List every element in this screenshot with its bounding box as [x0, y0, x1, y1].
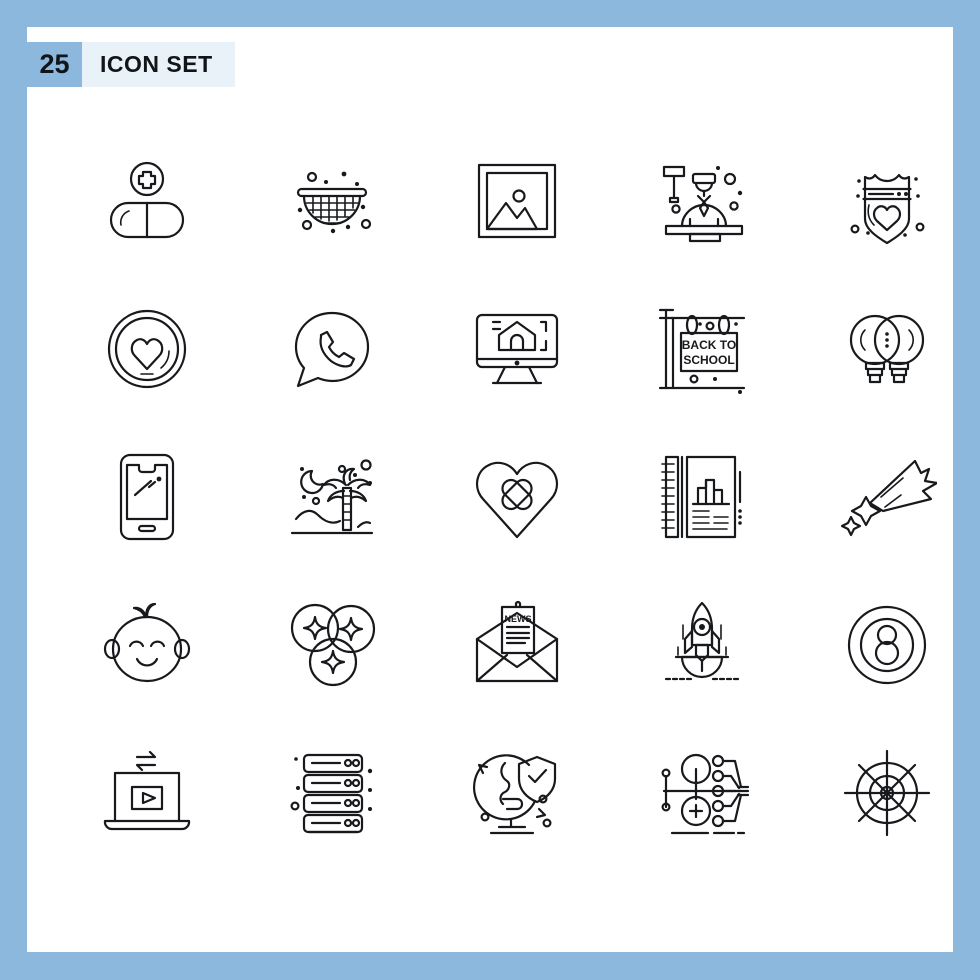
icon-cell-3[interactable]	[424, 127, 609, 275]
sparkle-bubbles-icon	[290, 603, 375, 687]
icon-cell-13[interactable]	[424, 423, 609, 571]
icon-cell-12[interactable]	[239, 423, 424, 571]
laptop-video-transfer-icon	[103, 750, 190, 831]
shooting-star-icon	[841, 459, 938, 537]
monitor-house-icon	[475, 313, 559, 385]
icon-cell-6[interactable]	[54, 275, 239, 423]
icon-cell-19[interactable]	[610, 571, 795, 719]
poster-title-container: ICON SET	[82, 42, 235, 87]
page-title: ICON SET	[100, 51, 213, 77]
icon-cell-11[interactable]	[54, 423, 239, 571]
eight-ball-icon	[848, 605, 927, 685]
icon-count-badge: 25	[27, 42, 82, 87]
icon-cell-2[interactable]	[239, 127, 424, 275]
picture-frame-icon	[477, 163, 557, 239]
sign-text-line2: SCHOOL	[684, 353, 735, 367]
heart-bandage-icon	[475, 461, 559, 539]
icon-cell-1[interactable]	[54, 127, 239, 275]
icon-cell-20[interactable]	[795, 571, 980, 719]
rocket-bowl-icon	[665, 601, 740, 681]
icon-cell-17[interactable]	[239, 571, 424, 719]
icon-cell-22[interactable]	[239, 719, 424, 867]
icon-cell-8[interactable]	[424, 275, 609, 423]
palm-tree-night-icon	[290, 459, 373, 535]
icon-cell-5[interactable]	[795, 127, 980, 275]
sign-text-line1: BACK TO	[682, 338, 736, 352]
icon-cell-18[interactable]: NEWS	[424, 571, 609, 719]
notebook-report-icon	[661, 455, 742, 539]
network-circuit-icon	[661, 753, 750, 835]
icon-cell-7[interactable]	[239, 275, 424, 423]
smartphone-icon	[119, 453, 174, 541]
globe-shield-icon	[472, 754, 557, 835]
icon-cell-21[interactable]	[54, 719, 239, 867]
server-stack-icon	[290, 753, 372, 834]
poster-canvas: 25 ICON SET BACK TO SCHOOL NEWS	[27, 27, 953, 952]
strainer-colander-icon	[296, 171, 371, 234]
icon-grid: BACK TO SCHOOL NEWS	[54, 127, 980, 867]
poster-header: 25 ICON SET	[27, 42, 235, 87]
two-light-bulbs-icon	[850, 314, 925, 384]
icon-cell-4[interactable]	[610, 127, 795, 275]
icon-cell-9[interactable]: BACK TO SCHOOL	[610, 275, 795, 423]
judge-gavel-icon	[663, 165, 744, 243]
icon-cell-23[interactable]	[424, 719, 609, 867]
baby-face-icon	[103, 602, 190, 683]
icon-set-poster: 25 ICON SET BACK TO SCHOOL NEWS	[0, 0, 980, 980]
whatsapp-call-bubble-icon	[294, 311, 369, 388]
ship-wheel-target-icon	[844, 749, 931, 837]
heart-circle-icon	[107, 309, 186, 389]
icon-cell-24[interactable]	[610, 719, 795, 867]
icon-cell-14[interactable]	[610, 423, 795, 571]
icon-cell-10[interactable]	[795, 275, 980, 423]
police-badge-heart-icon	[850, 173, 925, 245]
news-envelope-icon: NEWS	[475, 600, 559, 683]
icon-cell-15[interactable]	[795, 423, 980, 571]
icon-cell-25[interactable]	[795, 719, 980, 867]
icon-cell-16[interactable]	[54, 571, 239, 719]
news-label: NEWS	[504, 614, 531, 624]
back-to-school-sign-icon: BACK TO SCHOOL	[659, 308, 746, 394]
pill-medical-icon	[109, 161, 184, 239]
